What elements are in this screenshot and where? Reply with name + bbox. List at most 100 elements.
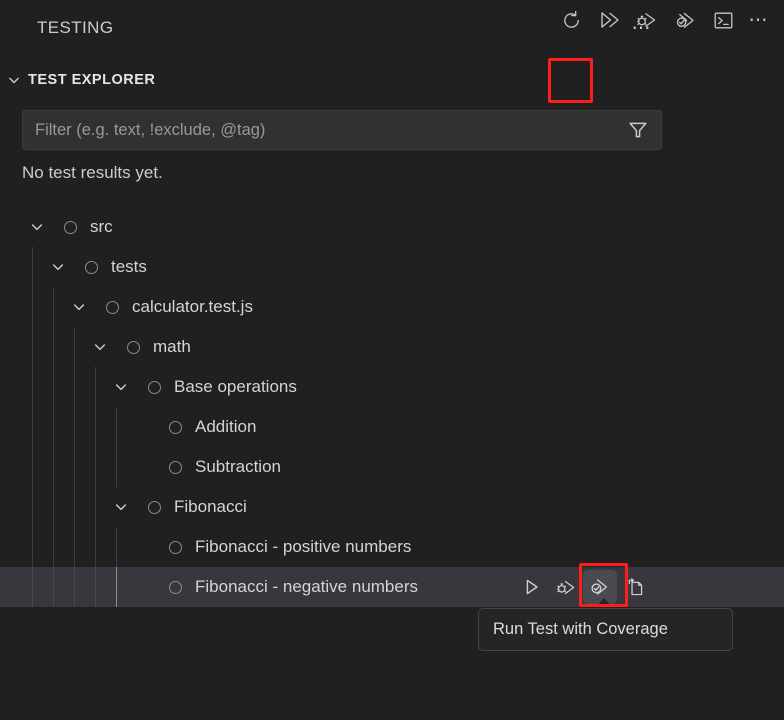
tree-row-label: Fibonacci - negative numbers: [195, 577, 418, 597]
tree-row-actions: [515, 567, 651, 607]
run-all-icon: [598, 9, 620, 31]
debug-test-button[interactable]: [549, 570, 583, 604]
tooltip-text: Run Test with Coverage: [493, 620, 668, 639]
indent-guide: [116, 527, 117, 567]
indent-guide: [95, 447, 96, 487]
indent-guide: [53, 407, 54, 447]
test-state-unset-icon: [146, 367, 162, 407]
indent-guide: [116, 567, 117, 607]
views-and-more-actions-button[interactable]: ⋯: [742, 3, 776, 37]
test-explorer-label: TEST EXPLORER: [28, 72, 155, 88]
tree-row-label: Fibonacci: [174, 497, 247, 517]
test-explorer-section-header[interactable]: TEST EXPLORER: [0, 60, 668, 100]
test-state-unset-icon: [146, 487, 162, 527]
play-icon: [522, 577, 542, 597]
chevron-down-icon[interactable]: [110, 487, 132, 527]
tree-row-label: Addition: [195, 417, 256, 437]
empty-state-message: No test results yet.: [22, 163, 163, 183]
tree-row-label: math: [153, 337, 191, 357]
indent-guide: [53, 527, 54, 567]
refresh-tests-button[interactable]: [552, 3, 590, 37]
indent-guide: [32, 527, 33, 567]
debug-all-icon: [636, 9, 658, 31]
chevron-down-icon[interactable]: [0, 60, 28, 100]
indent-guides: [0, 327, 784, 367]
indent-guide: [95, 487, 96, 527]
indent-guides: [0, 407, 784, 447]
indent-guide: [32, 407, 33, 447]
chevron-down-icon[interactable]: [110, 367, 132, 407]
chevron-down-icon[interactable]: [47, 247, 69, 287]
coverage-icon: [589, 576, 611, 598]
tree-row-label: src: [90, 217, 113, 237]
tree-row[interactable]: Subtraction: [0, 447, 784, 487]
indent-guide: [32, 447, 33, 487]
chevron-down-icon[interactable]: [26, 207, 48, 247]
test-state-unset-icon: [167, 447, 183, 487]
page-title: TESTING: [37, 18, 113, 38]
terminal-icon: [713, 10, 734, 31]
tree-row[interactable]: calculator.test.js: [0, 287, 784, 327]
indent-guide: [74, 327, 75, 367]
indent-guide: [74, 567, 75, 607]
indent-guides: [0, 447, 784, 487]
show-output-button[interactable]: [704, 3, 742, 37]
test-state-unset-icon: [167, 407, 183, 447]
tree-row[interactable]: Addition: [0, 407, 784, 447]
tree-row[interactable]: Fibonacci - negative numbers: [0, 567, 784, 607]
tree-row-label: Fibonacci - positive numbers: [195, 537, 411, 557]
indent-guide: [53, 367, 54, 407]
debug-icon: [556, 577, 577, 598]
testing-panel: TESTING ⋯ TEST EXPLORER: [0, 0, 784, 720]
indent-guide: [95, 567, 96, 607]
tooltip-arrow: [595, 598, 613, 608]
indent-guide: [95, 407, 96, 447]
run-all-tests-button[interactable]: [590, 3, 628, 37]
test-tree: src tests calculator.test.js math Base opera…: [0, 207, 784, 607]
filter-bar[interactable]: [22, 110, 662, 150]
indent-guide: [95, 527, 96, 567]
refresh-icon: [561, 10, 582, 31]
indent-guide: [74, 407, 75, 447]
run-test-button[interactable]: [515, 570, 549, 604]
indent-guide: [116, 407, 117, 447]
test-explorer-toolbar: ⋯: [552, 0, 776, 40]
test-state-unset-icon: [83, 247, 99, 287]
indent-guide: [53, 447, 54, 487]
indent-guide: [32, 287, 33, 327]
indent-guide: [32, 247, 33, 287]
tree-row[interactable]: Fibonacci: [0, 487, 784, 527]
indent-guide: [32, 367, 33, 407]
tree-row[interactable]: Base operations: [0, 367, 784, 407]
chevron-down-icon[interactable]: [89, 327, 111, 367]
indent-guide: [53, 567, 54, 607]
indent-guide: [32, 487, 33, 527]
tree-row-label: calculator.test.js: [132, 297, 253, 317]
tree-row[interactable]: tests: [0, 247, 784, 287]
indent-guide: [53, 327, 54, 367]
filter-input[interactable]: [23, 121, 615, 140]
test-state-unset-icon: [104, 287, 120, 327]
indent-guide: [53, 287, 54, 327]
debug-all-tests-button[interactable]: [628, 3, 666, 37]
indent-guide: [74, 487, 75, 527]
tree-row[interactable]: Fibonacci - positive numbers: [0, 527, 784, 567]
indent-guide: [116, 447, 117, 487]
chevron-down-icon[interactable]: [68, 287, 90, 327]
tree-row[interactable]: math: [0, 327, 784, 367]
test-state-unset-icon: [125, 327, 141, 367]
test-state-unset-icon: [167, 527, 183, 567]
go-to-test-button[interactable]: [617, 570, 651, 604]
indent-guides: [0, 207, 784, 247]
indent-guide: [74, 447, 75, 487]
tree-row-label: Base operations: [174, 377, 297, 397]
indent-guide: [32, 567, 33, 607]
coverage-all-icon: [674, 9, 697, 32]
tooltip: Run Test with Coverage: [478, 608, 733, 651]
run-all-tests-with-coverage-button[interactable]: [666, 3, 704, 37]
test-state-unset-icon: [62, 207, 78, 247]
indent-guide: [74, 367, 75, 407]
funnel-icon[interactable]: [615, 111, 661, 149]
test-state-unset-icon: [167, 567, 183, 607]
tree-row[interactable]: src: [0, 207, 784, 247]
